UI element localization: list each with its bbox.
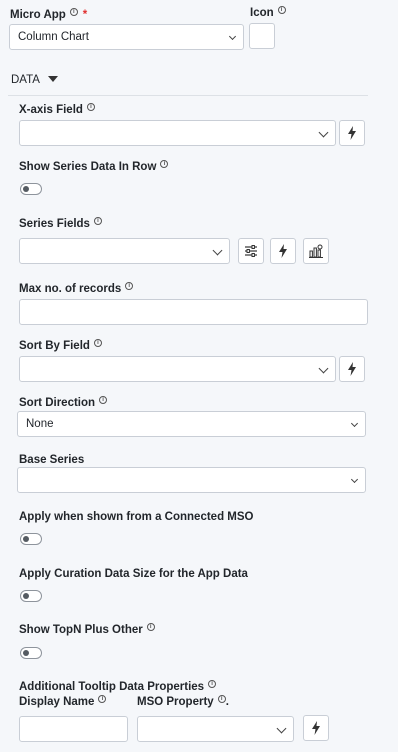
series-fields-dynamic-button[interactable]: [270, 238, 296, 264]
apply-connected-mso-toggle[interactable]: [20, 533, 42, 545]
caret-down-icon: [47, 76, 58, 82]
sort-by-field-select[interactable]: [19, 356, 336, 382]
max-records-label: Max no. of records i: [19, 282, 134, 295]
chevron-down-icon: [318, 363, 329, 374]
info-icon: i: [217, 695, 226, 703]
info-icon: i: [160, 160, 169, 168]
data-section-toggle[interactable]: DATA: [11, 74, 58, 86]
lightning-bolt-icon: [348, 362, 356, 376]
chevron-down-icon: [276, 723, 287, 734]
max-records-input[interactable]: [19, 299, 368, 325]
toggle-knob: [23, 186, 29, 192]
info-icon: i: [93, 217, 102, 225]
lightning-bolt-icon: [279, 244, 287, 258]
display-name-input[interactable]: [19, 716, 128, 742]
micro-app-select[interactable]: Column Chart: [9, 24, 244, 50]
show-topn-toggle[interactable]: [20, 647, 42, 659]
chevron-down-icon: [212, 245, 223, 256]
info-icon: i: [146, 623, 155, 631]
info-icon: i: [99, 396, 108, 404]
info-icon: i: [98, 695, 107, 703]
base-series-select[interactable]: [17, 467, 366, 493]
icon-field-label: Icon i: [250, 6, 286, 19]
lightning-bolt-icon: [348, 126, 356, 140]
data-section-label: DATA: [11, 74, 40, 86]
chevron-down-icon: [228, 32, 237, 41]
micro-app-label: Micro App i *: [10, 8, 88, 21]
sort-direction-label: Sort Direction i: [19, 396, 108, 409]
series-fields-label: Series Fields i: [19, 217, 102, 230]
sort-direction-select[interactable]: None: [17, 411, 366, 437]
show-topn-label: Show TopN Plus Other i: [19, 623, 155, 636]
info-icon: i: [277, 6, 286, 14]
tooltip-props-label: Additional Tooltip Data Properties i: [19, 680, 217, 693]
micro-app-value: Column Chart: [18, 31, 89, 43]
x-axis-dynamic-button[interactable]: [339, 120, 365, 146]
apply-curation-label: Apply Curation Data Size for the App Dat…: [19, 568, 248, 580]
display-name-label: Display Name i: [19, 695, 107, 708]
sort-by-field-label: Sort By Field i: [19, 339, 102, 352]
icon-picker[interactable]: [249, 23, 275, 49]
toggle-knob: [23, 536, 29, 542]
info-icon: i: [93, 339, 102, 347]
show-series-in-row-toggle[interactable]: [20, 183, 42, 195]
sort-by-dynamic-button[interactable]: [339, 356, 365, 382]
sort-direction-value: None: [26, 418, 54, 430]
tooltip-dynamic-button[interactable]: [303, 715, 329, 741]
mso-property-select[interactable]: [137, 716, 294, 742]
toggle-knob: [23, 650, 29, 656]
chevron-down-icon: [350, 475, 359, 484]
x-axis-field-label: X-axis Field i: [19, 103, 95, 116]
base-series-label: Base Series: [19, 454, 85, 466]
section-divider: [8, 95, 368, 96]
chevron-down-icon: [350, 419, 359, 428]
apply-curation-toggle[interactable]: [20, 590, 42, 602]
required-marker: *: [82, 9, 88, 21]
info-icon: i: [69, 8, 78, 16]
toggle-knob: [23, 593, 29, 599]
series-fields-settings-button[interactable]: [238, 238, 264, 264]
show-series-in-row-label: Show Series Data In Row i: [19, 160, 169, 173]
info-icon: i: [86, 103, 95, 111]
chart-settings-icon: [309, 244, 323, 258]
series-fields-select[interactable]: [19, 238, 230, 264]
info-icon: i: [125, 282, 134, 290]
lightning-bolt-icon: [312, 721, 320, 735]
mso-property-label: MSO Property i .: [137, 695, 229, 708]
sliders-icon: [245, 245, 257, 257]
apply-connected-mso-label: Apply when shown from a Connected MSO: [19, 511, 254, 523]
info-icon: i: [208, 680, 217, 688]
series-chart-settings-button[interactable]: [303, 238, 329, 264]
x-axis-field-select[interactable]: [19, 120, 336, 146]
chevron-down-icon: [318, 127, 329, 138]
